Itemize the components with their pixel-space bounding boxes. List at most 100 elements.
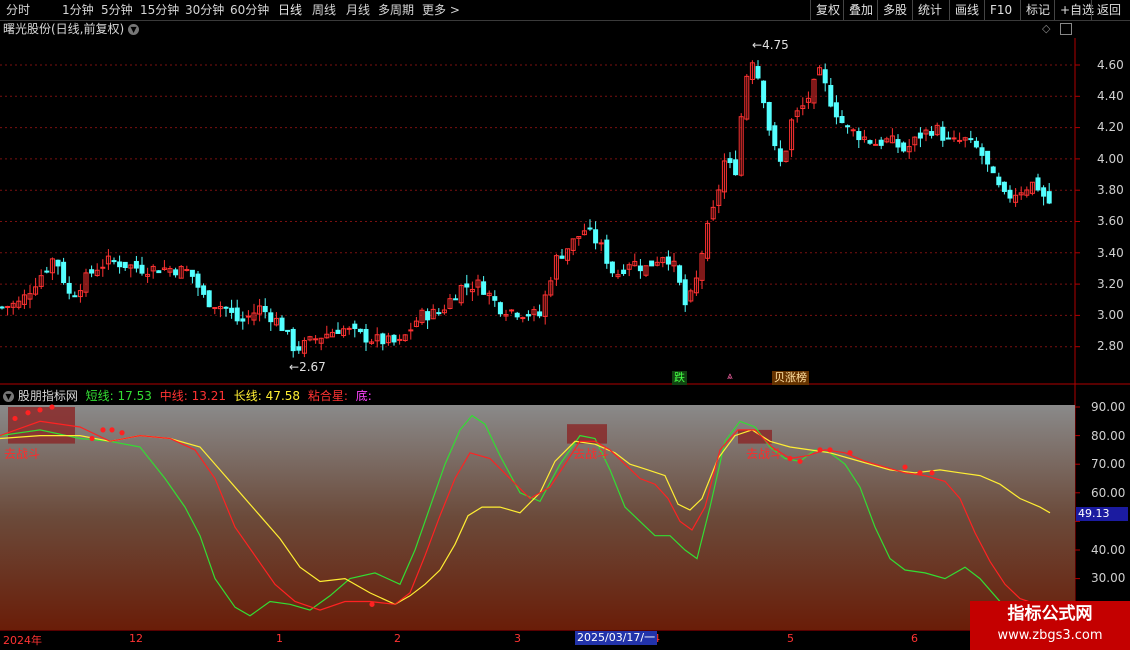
candle-body	[766, 102, 772, 131]
stick-star-marker	[89, 435, 95, 442]
candle-body	[777, 148, 783, 162]
chevron-down-icon[interactable]: ▼	[3, 391, 14, 402]
candle-body	[609, 261, 615, 274]
stick-star-marker	[25, 410, 31, 416]
candle-body	[867, 140, 873, 144]
indicator-tick: 90.00	[1091, 400, 1126, 414]
candle-body	[537, 311, 543, 317]
candle-body	[425, 311, 431, 321]
mid-line-value: 13.21	[191, 389, 226, 403]
low-price-marker: ←2.67	[289, 360, 326, 374]
stick-star-marker	[37, 407, 43, 413]
candle-body	[621, 269, 627, 275]
candle-body	[481, 281, 487, 295]
candle-body	[514, 312, 520, 318]
candle-body	[436, 312, 442, 315]
candle-body	[509, 309, 515, 312]
candle-body	[822, 69, 828, 84]
indicator-tick: 60.00	[1091, 486, 1126, 500]
candle-body	[598, 242, 604, 245]
date-tick: 6	[911, 632, 918, 645]
date-tick: 3	[514, 632, 521, 645]
mid-line-label: 中线:	[159, 389, 188, 403]
indicator-tick: 80.00	[1091, 429, 1126, 443]
candle-body	[279, 317, 285, 332]
candle-body	[0, 306, 5, 309]
price-tick: 4.20	[1097, 120, 1124, 134]
candle-body	[122, 261, 128, 269]
indicator-tick: 40.00	[1091, 543, 1126, 557]
candle-body	[5, 306, 11, 309]
candle-body	[352, 323, 358, 329]
candle-body	[44, 270, 50, 273]
candle-body	[833, 102, 839, 118]
candle-body	[111, 260, 117, 263]
stick-star-marker	[929, 470, 935, 476]
candle-body	[245, 315, 251, 318]
candle-body	[156, 270, 162, 274]
price-tick: 4.40	[1097, 89, 1124, 103]
date-tick: 2024年	[3, 634, 42, 647]
candle-body	[850, 129, 856, 132]
indicator-tick: 30.00	[1091, 571, 1126, 585]
watermark-title: 指标公式网	[1007, 604, 1093, 624]
candle-body	[234, 307, 240, 322]
candle-body	[901, 142, 907, 152]
candle-body	[66, 282, 72, 294]
price-tick: 4.60	[1097, 58, 1124, 72]
candle-body	[878, 139, 884, 146]
candle-body	[665, 256, 671, 265]
candle-body	[189, 269, 195, 277]
candle-body	[839, 116, 845, 124]
candle-body	[979, 147, 985, 156]
candle-body	[1007, 189, 1013, 199]
stick-star-marker	[817, 447, 823, 453]
price-tick: 3.00	[1097, 308, 1124, 322]
candle-body	[195, 273, 201, 288]
stick-star-marker	[12, 415, 18, 422]
cursor-date: 2025/03/17/一	[575, 631, 658, 645]
watermark-url: www.zbgs3.com	[997, 628, 1103, 643]
stock-chart[interactable]	[0, 0, 1130, 650]
stick-star-marker	[109, 427, 115, 433]
candle-body	[525, 314, 531, 317]
candle-body	[492, 296, 498, 301]
price-tick: 3.40	[1097, 246, 1124, 260]
stick-star-marker	[917, 470, 923, 476]
candle-body	[139, 264, 145, 274]
candle-body	[268, 312, 274, 323]
candle-body	[677, 265, 683, 283]
candle-body	[951, 137, 957, 140]
current-indicator-value: 49.13	[1076, 507, 1128, 521]
price-tick: 4.00	[1097, 152, 1124, 166]
candle-body	[587, 227, 593, 230]
indicator-name[interactable]: 股朋指标网	[18, 389, 78, 403]
price-tick: 3.60	[1097, 214, 1124, 228]
price-tick: 3.20	[1097, 277, 1124, 291]
candle-body	[873, 143, 879, 146]
candle-body	[649, 260, 655, 267]
candle-body	[682, 279, 688, 306]
up-arrow-icon: ⩓	[727, 371, 733, 382]
candle-body	[996, 176, 1002, 186]
candle-body	[929, 131, 935, 136]
candle-body	[772, 125, 778, 147]
candle-body	[1046, 191, 1052, 204]
high-price-marker: ←4.75	[752, 38, 789, 52]
stick-star-marker	[49, 404, 55, 410]
candle-body	[917, 132, 923, 139]
candle-body	[55, 259, 61, 267]
candle-body	[397, 338, 403, 341]
candle-body	[856, 131, 862, 141]
price-tick: 2.80	[1097, 339, 1124, 353]
candle-body	[1035, 177, 1041, 191]
low-price-label: 2.67	[299, 360, 326, 374]
candle-body	[985, 150, 991, 165]
candlestick-series	[0, 60, 1052, 358]
date-tick: 2	[394, 632, 401, 645]
indicator-background	[0, 405, 1075, 630]
candle-body	[990, 166, 996, 174]
candle-body	[357, 328, 363, 333]
candle-body	[957, 139, 963, 142]
fall-tag: 跌	[672, 371, 687, 385]
